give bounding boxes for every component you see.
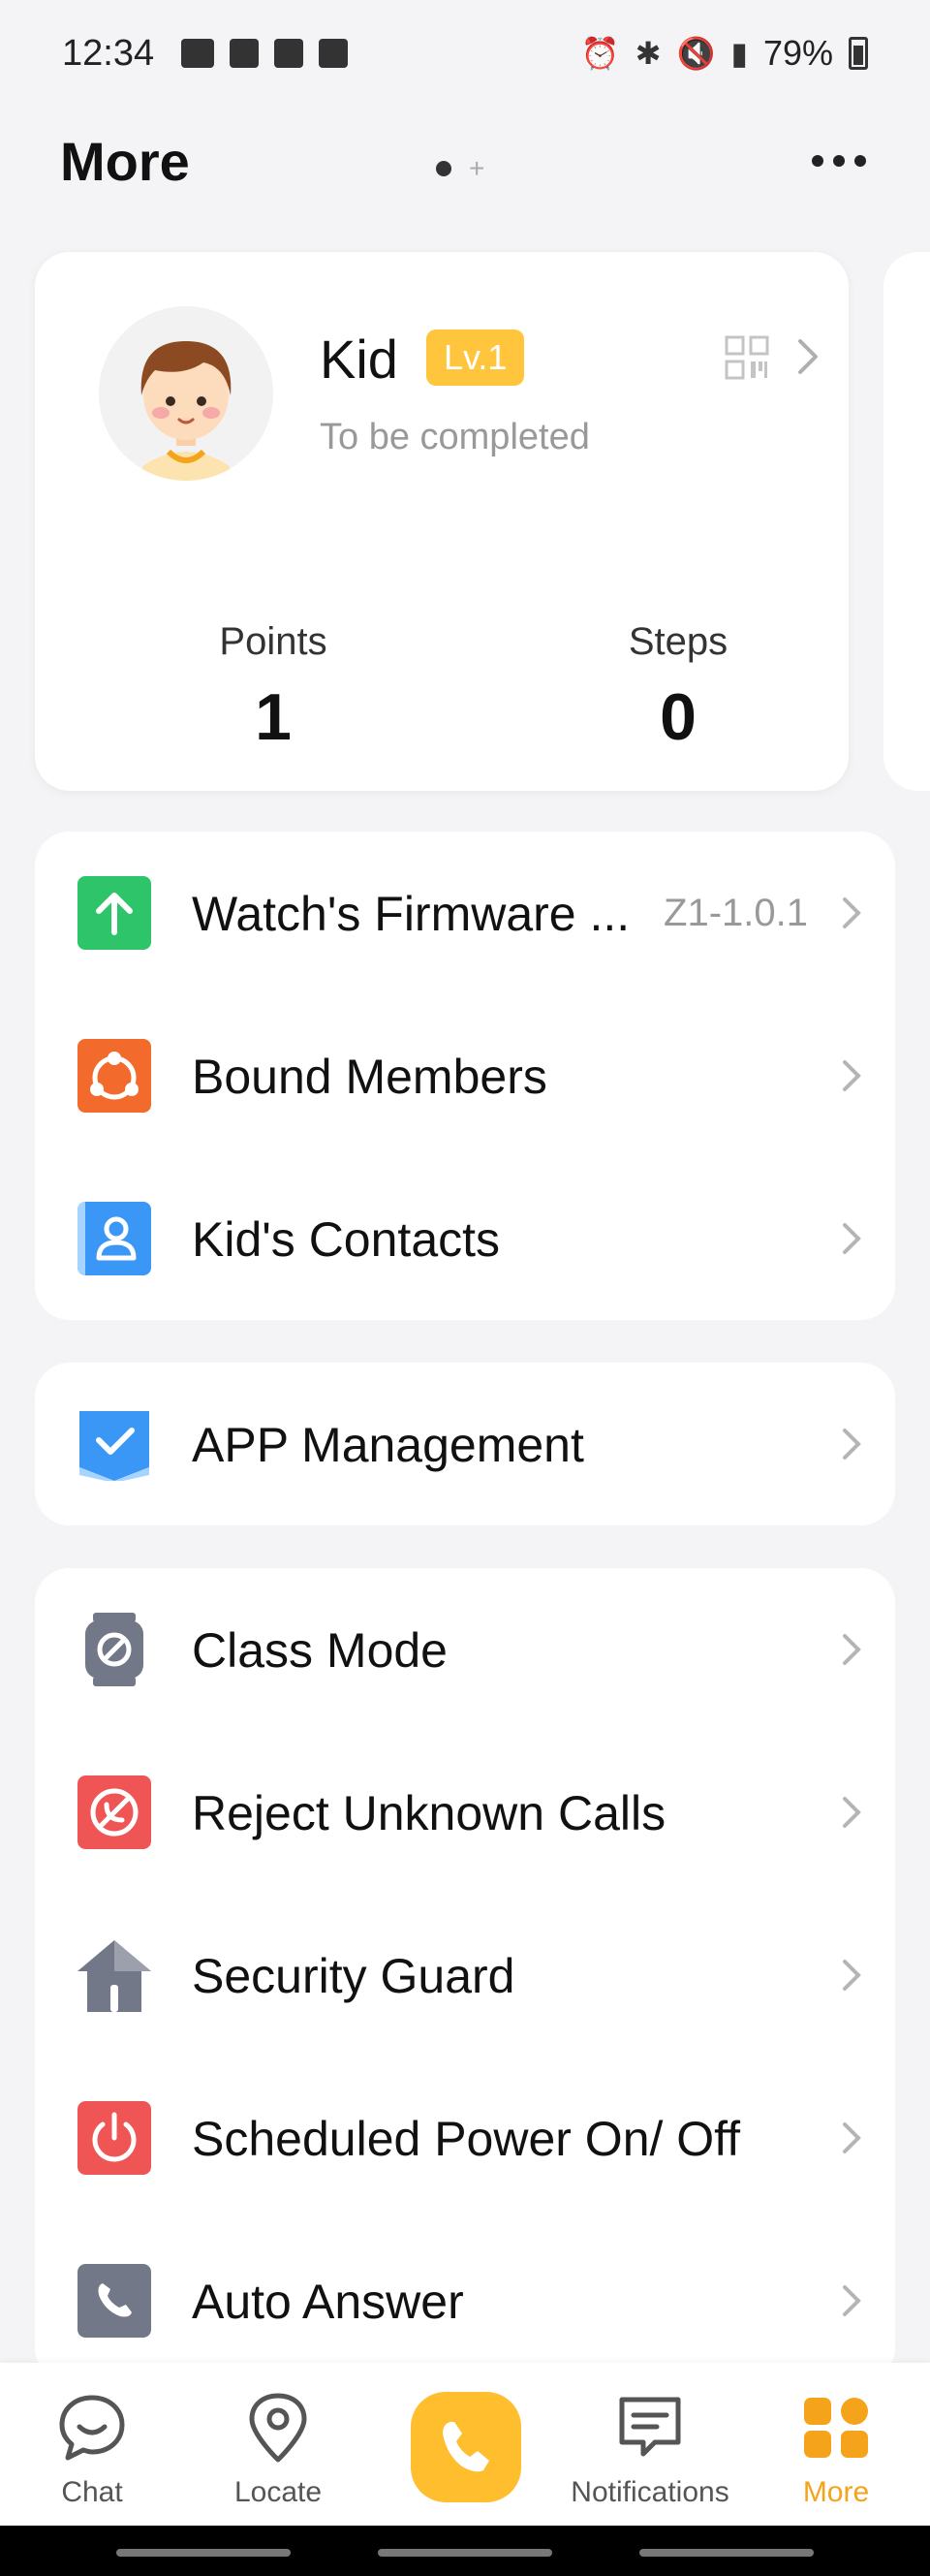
chevron-right-icon — [843, 1797, 861, 1828]
add-page-icon[interactable]: + — [469, 155, 484, 182]
gesture-segment — [116, 2549, 291, 2557]
chevron-right-icon — [843, 1634, 861, 1665]
timer-icon — [230, 39, 260, 68]
battery-percent: 79% — [762, 33, 833, 73]
reject-unknown-calls-label: Reject Unknown Calls — [192, 1786, 666, 1840]
phone-icon — [443, 2422, 489, 2472]
list-item-firmware[interactable]: Watch's Firmware ... Z1-1.0.1 — [35, 832, 895, 994]
gesture-home-handle[interactable] — [378, 2549, 552, 2557]
dot-icon — [812, 155, 823, 167]
chevron-right-icon — [843, 2122, 861, 2153]
chevron-right-icon — [843, 2285, 861, 2316]
nav-more[interactable]: More — [744, 2392, 928, 2509]
kids-contacts-label: Kid's Contacts — [192, 1212, 501, 1267]
points-stat[interactable]: Points 1 — [128, 620, 418, 755]
gallery-icon — [319, 39, 349, 68]
gesture-bar — [0, 2526, 930, 2576]
safety-settings-group: Class Mode Reject Unknown Calls Security… — [35, 1568, 895, 2382]
bluetooth-icon: ✱ — [635, 36, 662, 71]
steps-label: Steps — [628, 620, 728, 663]
security-guard-icon — [78, 1940, 151, 2012]
page-dot-active[interactable] — [436, 161, 451, 176]
nav-notifications[interactable]: Notifications — [558, 2392, 742, 2509]
status-right: ⏰ ✱ 🔇 ▮ 79% — [581, 33, 868, 74]
power-icon — [78, 2101, 151, 2175]
profile-status: To be completed — [320, 417, 590, 457]
points-value: 1 — [255, 680, 292, 754]
grid-menu-icon — [804, 2398, 868, 2458]
list-item-reject-unknown-calls[interactable]: Reject Unknown Calls — [35, 1731, 895, 1894]
imoo-icon — [274, 39, 304, 68]
qr-code-icon[interactable] — [725, 335, 769, 380]
scheduled-power-label: Scheduled Power On/ Off — [192, 2112, 741, 2166]
chevron-right-icon[interactable] — [790, 333, 825, 380]
mail-icon — [181, 39, 215, 68]
list-item-security-guard[interactable]: Security Guard — [35, 1894, 895, 2057]
list-item-kids-contacts[interactable]: Kid's Contacts — [35, 1157, 895, 1320]
nav-locate[interactable]: Locate — [186, 2392, 370, 2509]
bound-members-label: Bound Members — [192, 1050, 547, 1104]
list-item-class-mode[interactable]: Class Mode — [35, 1568, 895, 1731]
app-management-icon — [79, 1411, 149, 1481]
list-item-auto-answer[interactable]: Auto Answer — [35, 2219, 895, 2382]
security-guard-label: Security Guard — [192, 1949, 515, 2003]
status-left: 12:34 — [62, 32, 349, 75]
status-time: 12:34 — [62, 32, 155, 74]
steps-value: 0 — [660, 680, 697, 754]
next-card-peek[interactable] — [884, 252, 930, 791]
nav-chat-label: Chat — [61, 2476, 123, 2508]
chevron-right-icon — [843, 1429, 861, 1460]
alarm-icon: ⏰ — [580, 36, 620, 71]
level-badge: Lv.1 — [426, 330, 525, 386]
app-group: APP Management — [35, 1363, 895, 1525]
profile-card[interactable]: Kid Lv.1 To be completed Points 1 Steps … — [35, 252, 849, 791]
class-mode-label: Class Mode — [192, 1623, 448, 1678]
avatar[interactable] — [99, 306, 273, 481]
chevron-right-icon — [843, 1960, 861, 1991]
location-pin-icon — [249, 2393, 307, 2463]
app-management-label: APP Management — [192, 1418, 584, 1472]
nav-locate-label: Locate — [233, 2476, 323, 2508]
battery-icon — [849, 37, 868, 70]
firmware-label: Watch's Firmware ... — [192, 887, 631, 941]
nav-notifications-label: Notifications — [571, 2476, 729, 2508]
call-button[interactable] — [411, 2392, 521, 2502]
mute-icon: 🔇 — [676, 36, 716, 71]
signal-icon: ▮ — [730, 36, 748, 71]
dot-icon — [854, 155, 866, 167]
chat-icon — [59, 2395, 125, 2461]
list-item-scheduled-power[interactable]: Scheduled Power On/ Off — [35, 2057, 895, 2219]
chevron-right-icon — [843, 897, 861, 928]
more-options-button[interactable] — [812, 155, 866, 167]
status-bar: 12:34 ⏰ ✱ 🔇 ▮ 79% — [0, 0, 930, 107]
reject-calls-icon — [78, 1775, 151, 1849]
gesture-segment — [639, 2549, 814, 2557]
chevron-right-icon — [843, 1223, 861, 1254]
auto-answer-label: Auto Answer — [192, 2275, 464, 2329]
bound-members-icon — [78, 1039, 151, 1113]
dot-icon — [833, 155, 845, 167]
firmware-upgrade-icon — [78, 876, 151, 950]
steps-stat[interactable]: Steps 0 — [533, 620, 823, 755]
auto-answer-icon — [78, 2264, 151, 2338]
kid-avatar-icon — [99, 306, 273, 481]
list-item-bound-members[interactable]: Bound Members — [35, 994, 895, 1157]
list-item-app-management[interactable]: APP Management — [35, 1363, 895, 1525]
nav-chat[interactable]: Chat — [0, 2392, 184, 2509]
class-mode-icon — [85, 1613, 143, 1686]
header: More + — [0, 116, 930, 213]
device-settings-group: Watch's Firmware ... Z1-1.0.1 Bound Memb… — [35, 832, 895, 1320]
contacts-icon — [78, 1202, 151, 1275]
firmware-version: Z1-1.0.1 — [664, 892, 808, 934]
bottom-navigation: Chat Locate Notifications More — [0, 2363, 930, 2526]
notifications-icon — [619, 2397, 681, 2457]
page-indicator: + — [436, 155, 484, 182]
points-label: Points — [219, 620, 327, 663]
page-title: More — [60, 131, 190, 192]
kid-name: Kid — [320, 329, 398, 390]
chevron-right-icon — [843, 1060, 861, 1091]
nav-more-label: More — [802, 2476, 870, 2508]
